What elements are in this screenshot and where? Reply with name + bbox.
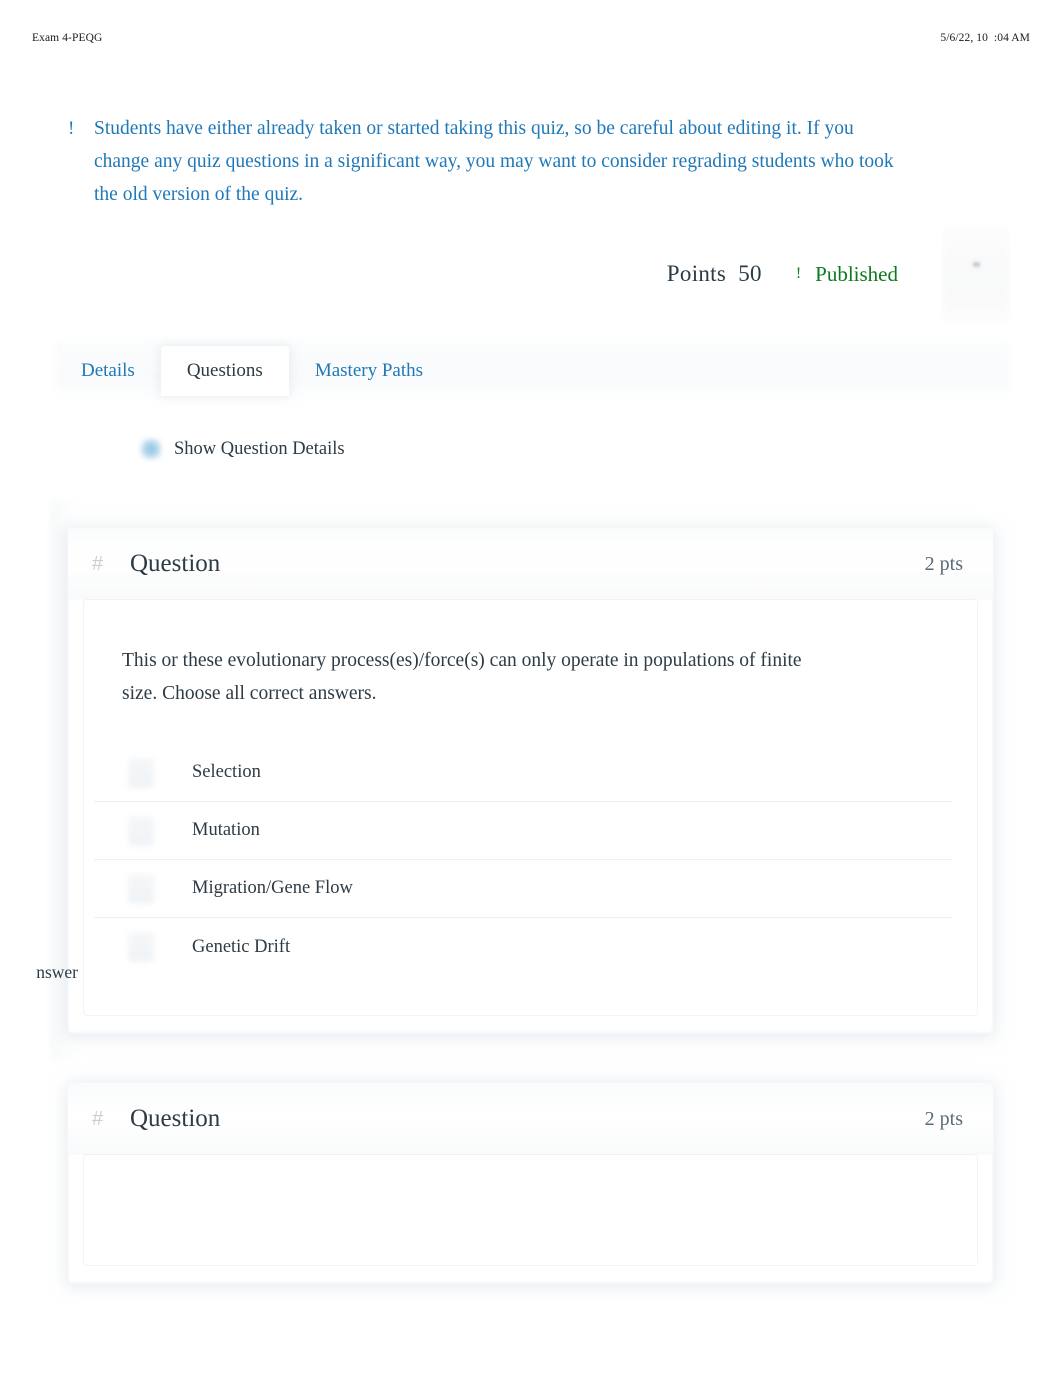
question-number-icon: #: [92, 1107, 104, 1130]
quiz-tabs: Details Questions Mastery Paths: [55, 340, 1010, 402]
print-header: Exam 4-PEQG 5/6/22, 10 :04 AM: [0, 28, 1062, 48]
published-status-badge: ! Published: [796, 262, 898, 287]
quiz-status-row: Points 50 ! Published ": [0, 226, 1010, 322]
question-header: # Question 2 pts: [68, 528, 993, 600]
tab-questions[interactable]: Questions: [160, 346, 289, 396]
answer-label: Mutation: [192, 820, 260, 840]
answer-label: Migration/Gene Flow: [192, 878, 353, 898]
answer-select-icon: [128, 932, 154, 962]
print-timestamp: 5/6/22, 10 :04 AM: [940, 32, 1030, 44]
published-check-icon: !: [795, 265, 802, 282]
question-title: Question: [130, 1105, 221, 1132]
question-number-icon: #: [92, 552, 104, 575]
answer-select-icon: [128, 816, 154, 846]
question-points: 2 pts: [924, 552, 963, 575]
question-body: This or these evolutionary process(es)/f…: [84, 600, 977, 1015]
correct-answer-label-clipped: nswer: [36, 962, 78, 982]
answer-select-icon: [128, 758, 154, 788]
question-title: Question: [130, 550, 221, 577]
tab-details[interactable]: Details: [55, 346, 161, 396]
question-card: # Question 2 pts This or these evolution…: [68, 528, 993, 1033]
published-label: Published: [815, 261, 898, 286]
question-body: [84, 1155, 977, 1265]
answer-select-icon: [128, 874, 154, 904]
answer-option[interactable]: Mutation: [94, 802, 953, 860]
show-question-details-checkbox[interactable]: [140, 438, 162, 460]
show-question-details-row[interactable]: Show Question Details: [140, 438, 345, 460]
more-options-button[interactable]: ": [942, 226, 1010, 322]
warning-icon: !: [68, 118, 75, 139]
answer-option[interactable]: Migration/Gene Flow: [94, 860, 953, 918]
points-display: Points 50: [666, 261, 762, 286]
answer-option[interactable]: Selection: [94, 744, 953, 802]
answer-label: Genetic Drift: [192, 936, 291, 957]
kebab-menu-icon: ": [973, 260, 980, 281]
show-question-details-label: Show Question Details: [174, 438, 345, 459]
answer-option[interactable]: Genetic Drift: [94, 918, 953, 976]
answer-list: Selection Mutation Migration/Gene Flow G…: [84, 744, 977, 976]
question-text: This or these evolutionary process(es)/f…: [122, 650, 802, 704]
quiz-edit-warning-banner: ! Students have either already taken or …: [68, 112, 913, 211]
tab-mastery-paths[interactable]: Mastery Paths: [289, 346, 449, 396]
question-header: # Question 2 pts: [68, 1083, 993, 1155]
warning-text: Students have either already taken or st…: [94, 118, 894, 205]
answer-label: Selection: [192, 762, 261, 782]
question-card: # Question 2 pts: [68, 1083, 993, 1283]
document-title: Exam 4-PEQG: [32, 32, 103, 44]
question-points: 2 pts: [924, 1107, 963, 1130]
